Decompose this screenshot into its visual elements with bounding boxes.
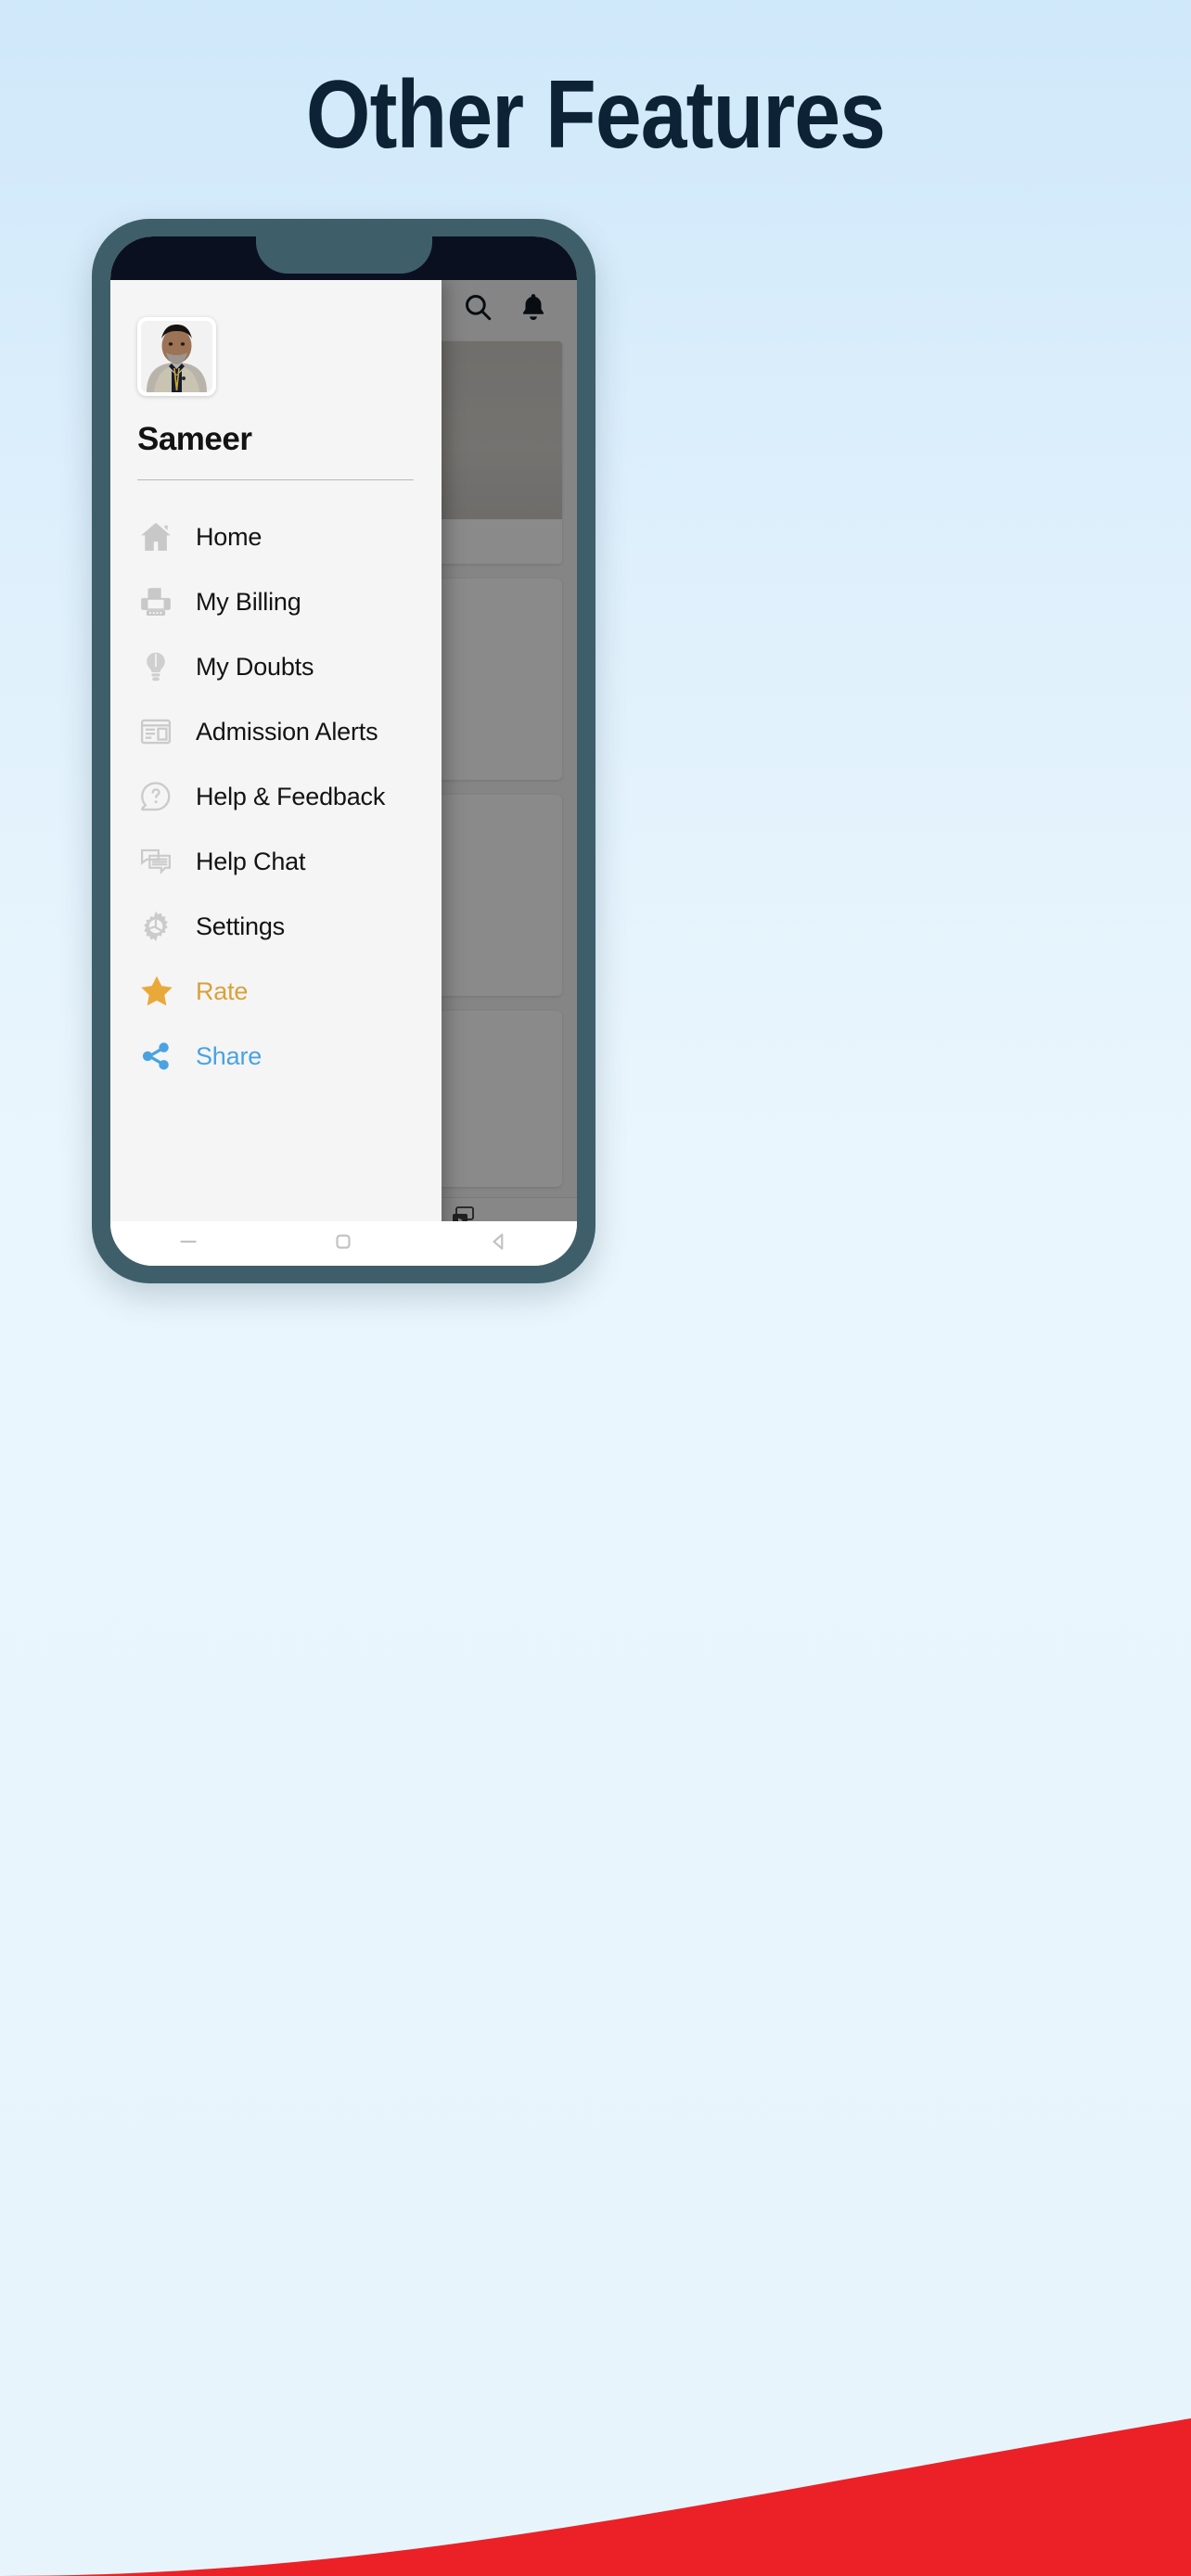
avatar[interactable] — [137, 317, 216, 396]
back-button[interactable] — [487, 1230, 511, 1258]
share-icon — [138, 1038, 181, 1075]
menu-item-label: My Doubts — [196, 652, 314, 681]
page-title: Other Features — [305, 61, 886, 169]
menu-item-my-doubts[interactable]: My Doubts — [110, 634, 442, 699]
profile-name: Sameer — [137, 421, 252, 457]
menu-item-home[interactable]: Home — [110, 504, 442, 569]
drawer-divider — [137, 479, 414, 480]
android-system-nav — [110, 1221, 577, 1266]
home-button[interactable] — [331, 1230, 355, 1258]
phone-mockup: ...tics /NITs.. MPSET-2017) — [92, 219, 596, 1283]
star-icon — [138, 973, 181, 1010]
drawer-menu: Home My Billing My Doubts Admission Aler… — [110, 504, 442, 1089]
decorative-swoosh — [0, 2391, 1191, 2576]
gear-icon — [138, 908, 181, 945]
menu-item-admission-alerts[interactable]: Admission Alerts — [110, 699, 442, 764]
user-photo — [141, 321, 212, 392]
lightbulb-icon — [138, 648, 181, 685]
menu-item-help-chat[interactable]: Help Chat — [110, 829, 442, 894]
menu-item-settings[interactable]: Settings — [110, 894, 442, 959]
navigation-drawer: Sameer Home My Billing My Doubts Admissi… — [110, 280, 442, 1266]
recents-button[interactable] — [176, 1230, 200, 1258]
question-bubble-icon — [138, 778, 181, 815]
status-bar — [110, 236, 577, 280]
home-icon — [138, 518, 181, 555]
menu-item-label: Help & Feedback — [196, 782, 386, 810]
billing-receipt-icon — [138, 583, 181, 620]
phone-screen: ...tics /NITs.. MPSET-2017) — [110, 236, 577, 1266]
phone-notch — [255, 236, 432, 274]
menu-item-label: Help Chat — [196, 847, 306, 875]
menu-item-label: Share — [196, 1041, 263, 1070]
newspaper-icon — [138, 713, 181, 750]
chat-bubbles-icon — [138, 843, 181, 880]
menu-item-my-billing[interactable]: My Billing — [110, 569, 442, 634]
menu-item-label: Rate — [196, 976, 249, 1005]
menu-item-label: Settings — [196, 912, 285, 940]
menu-item-label: Admission Alerts — [196, 717, 378, 746]
menu-item-share[interactable]: Share — [110, 1024, 442, 1089]
menu-item-rate[interactable]: Rate — [110, 959, 442, 1024]
app-canvas: ...tics /NITs.. MPSET-2017) — [110, 280, 577, 1266]
menu-item-help-feedback[interactable]: Help & Feedback — [110, 764, 442, 829]
menu-item-label: My Billing — [196, 587, 301, 616]
menu-item-label: Home — [196, 522, 263, 551]
